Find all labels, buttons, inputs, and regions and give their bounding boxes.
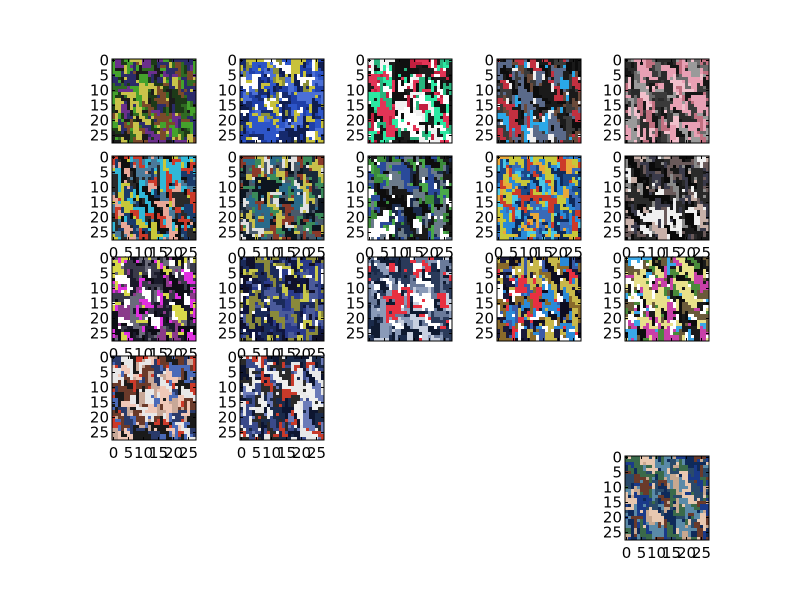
panel-image [112, 59, 196, 143]
y-tick-label: 25 [603, 127, 622, 145]
panel-0-1: 0510152025 [218, 52, 325, 145]
panel-image [625, 59, 709, 143]
y-tick-label: 25 [90, 127, 109, 145]
y-tick-label: 25 [90, 224, 109, 242]
y-tick-label: 25 [218, 127, 237, 145]
panel-image [497, 257, 581, 341]
x-tick-label: 25 [307, 444, 326, 462]
x-tick-label: 5 [124, 444, 134, 462]
y-tick-label: 25 [603, 524, 622, 542]
panel-image [368, 156, 452, 240]
panel-image [625, 156, 709, 240]
panel-2-2: 0510152025 [346, 250, 453, 343]
panel-0-0: 0510152025 [90, 52, 197, 145]
y-tick-label: 25 [90, 325, 109, 343]
y-tick-label: 25 [218, 325, 237, 343]
panel-image [240, 356, 324, 440]
y-tick-label: 25 [603, 325, 622, 343]
x-tick-label: 25 [179, 444, 198, 462]
panel-image [497, 59, 581, 143]
panel-2-4: 0510152025 [603, 250, 710, 343]
y-tick-label: 25 [346, 325, 365, 343]
y-tick-label: 25 [218, 424, 237, 442]
panel-image [497, 156, 581, 240]
panel-image [368, 257, 452, 341]
panel-image [240, 257, 324, 341]
y-tick-label: 25 [475, 325, 494, 343]
x-tick-label: 5 [252, 444, 262, 462]
panel-image [240, 59, 324, 143]
x-tick-label: 0 [109, 444, 119, 462]
y-tick-label: 25 [346, 127, 365, 145]
y-tick-label: 25 [346, 224, 365, 242]
y-tick-label: 25 [475, 224, 494, 242]
panel-image [240, 156, 324, 240]
x-tick-label: 25 [692, 544, 711, 562]
x-tick-label: 5 [637, 544, 647, 562]
panel-image [368, 59, 452, 143]
panel-0-4: 0510152025 [603, 52, 710, 145]
panel-image [112, 257, 196, 341]
panel-image [112, 356, 196, 440]
y-tick-label: 25 [475, 127, 494, 145]
panel-0-2: 0510152025 [346, 52, 453, 145]
panel-0-3: 0510152025 [475, 52, 582, 145]
panel-image [625, 456, 709, 540]
y-tick-label: 25 [603, 224, 622, 242]
y-tick-label: 25 [218, 224, 237, 242]
figure: 0510152025051015202505101520250510152025… [0, 0, 800, 600]
x-tick-label: 0 [622, 544, 632, 562]
panel-image [112, 156, 196, 240]
panel-image [625, 257, 709, 341]
y-tick-label: 25 [90, 424, 109, 442]
panel-2-3: 0510152025 [475, 250, 582, 343]
x-tick-label: 0 [237, 444, 247, 462]
